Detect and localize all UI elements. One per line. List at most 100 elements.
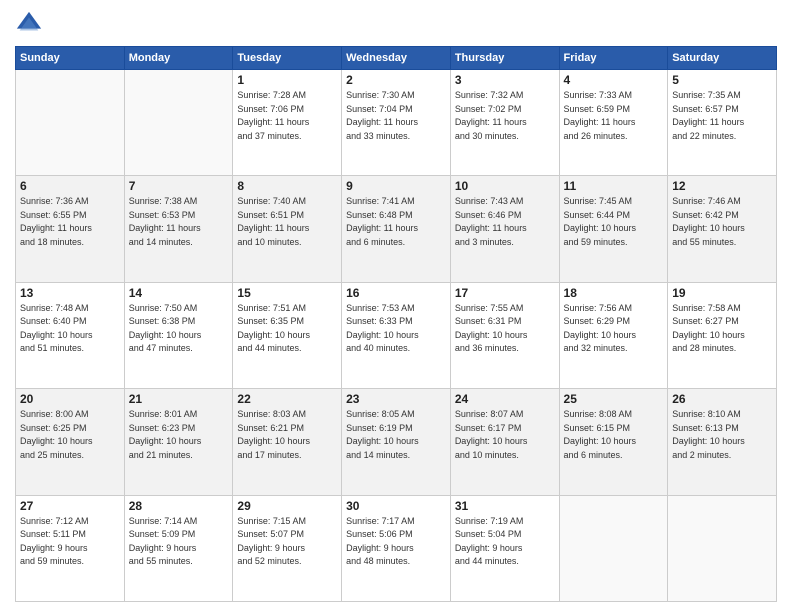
day-info: Sunrise: 7:15 AM Sunset: 5:07 PM Dayligh… (237, 515, 337, 569)
calendar-cell (668, 495, 777, 601)
weekday-header-monday: Monday (124, 47, 233, 70)
week-row-5: 27Sunrise: 7:12 AM Sunset: 5:11 PM Dayli… (16, 495, 777, 601)
calendar-cell: 24 Sunrise: 8:07 AM Sunset: 6:17 PM Dayli… (450, 389, 559, 495)
day-number: 1 (237, 73, 337, 87)
day-info: Sunrise: 7:19 AM Sunset: 5:04 PM Dayligh… (455, 515, 555, 569)
week-row-4: 20 Sunrise: 8:00 AM Sunset: 6:25 PM Dayli… (16, 389, 777, 495)
day-info: Sunrise: 8:01 AM Sunset: 6:23 PM Dayligh… (129, 408, 229, 462)
calendar-cell: 4 Sunrise: 7:33 AM Sunset: 6:59 PM Daylig… (559, 70, 668, 176)
day-info: Sunrise: 7:33 AM Sunset: 6:59 PM Dayligh… (564, 89, 664, 143)
day-number: 16 (346, 286, 446, 300)
day-number: 2 (346, 73, 446, 87)
day-info: Sunrise: 7:17 AM Sunset: 5:06 PM Dayligh… (346, 515, 446, 569)
day-number: 4 (564, 73, 664, 87)
day-number: 8 (237, 179, 337, 193)
calendar-cell: 8Sunrise: 7:40 AM Sunset: 6:51 PM Daylig… (233, 176, 342, 282)
weekday-header-row: SundayMondayTuesdayWednesdayThursdayFrid… (16, 47, 777, 70)
day-info: Sunrise: 7:45 AM Sunset: 6:44 PM Dayligh… (564, 195, 664, 249)
day-number: 30 (346, 499, 446, 513)
day-number: 12 (672, 179, 772, 193)
day-number: 25 (564, 392, 664, 406)
week-row-3: 13 Sunrise: 7:48 AM Sunset: 6:40 PM Dayli… (16, 282, 777, 388)
weekday-header-wednesday: Wednesday (342, 47, 451, 70)
day-number: 11 (564, 179, 664, 193)
day-info: Sunrise: 8:00 AM Sunset: 6:25 PM Dayligh… (20, 408, 120, 462)
calendar-cell: 12 Sunrise: 7:46 AM Sunset: 6:42 PM Dayli… (668, 176, 777, 282)
calendar-cell: 22 Sunrise: 8:03 AM Sunset: 6:21 PM Dayli… (233, 389, 342, 495)
day-info: Sunrise: 7:35 AM Sunset: 6:57 PM Dayligh… (672, 89, 772, 143)
calendar-cell: 27Sunrise: 7:12 AM Sunset: 5:11 PM Dayli… (16, 495, 125, 601)
logo-icon (15, 10, 43, 38)
day-info: Sunrise: 7:38 AM Sunset: 6:53 PM Dayligh… (129, 195, 229, 249)
day-info: Sunrise: 7:50 AM Sunset: 6:38 PM Dayligh… (129, 302, 229, 356)
day-info: Sunrise: 7:30 AM Sunset: 7:04 PM Dayligh… (346, 89, 446, 143)
calendar-cell: 28Sunrise: 7:14 AM Sunset: 5:09 PM Dayli… (124, 495, 233, 601)
day-number: 21 (129, 392, 229, 406)
page: SundayMondayTuesdayWednesdayThursdayFrid… (0, 0, 792, 612)
day-info: Sunrise: 7:28 AM Sunset: 7:06 PM Dayligh… (237, 89, 337, 143)
day-info: Sunrise: 7:41 AM Sunset: 6:48 PM Dayligh… (346, 195, 446, 249)
calendar-cell: 10 Sunrise: 7:43 AM Sunset: 6:46 PM Dayli… (450, 176, 559, 282)
calendar-cell: 6 Sunrise: 7:36 AM Sunset: 6:55 PM Daylig… (16, 176, 125, 282)
day-number: 22 (237, 392, 337, 406)
day-info: Sunrise: 8:03 AM Sunset: 6:21 PM Dayligh… (237, 408, 337, 462)
calendar-cell: 20 Sunrise: 8:00 AM Sunset: 6:25 PM Dayli… (16, 389, 125, 495)
weekday-header-friday: Friday (559, 47, 668, 70)
weekday-header-tuesday: Tuesday (233, 47, 342, 70)
day-number: 6 (20, 179, 120, 193)
day-number: 20 (20, 392, 120, 406)
day-number: 10 (455, 179, 555, 193)
weekday-header-thursday: Thursday (450, 47, 559, 70)
day-info: Sunrise: 8:08 AM Sunset: 6:15 PM Dayligh… (564, 408, 664, 462)
calendar-cell: 9 Sunrise: 7:41 AM Sunset: 6:48 PM Daylig… (342, 176, 451, 282)
calendar-cell: 30 Sunrise: 7:17 AM Sunset: 5:06 PM Dayli… (342, 495, 451, 601)
day-info: Sunrise: 7:12 AM Sunset: 5:11 PM Dayligh… (20, 515, 120, 569)
calendar-cell: 11 Sunrise: 7:45 AM Sunset: 6:44 PM Dayli… (559, 176, 668, 282)
calendar-cell: 29Sunrise: 7:15 AM Sunset: 5:07 PM Dayli… (233, 495, 342, 601)
week-row-1: 1 Sunrise: 7:28 AM Sunset: 7:06 PM Daylig… (16, 70, 777, 176)
day-info: Sunrise: 7:46 AM Sunset: 6:42 PM Dayligh… (672, 195, 772, 249)
day-number: 18 (564, 286, 664, 300)
calendar-cell: 14Sunrise: 7:50 AM Sunset: 6:38 PM Dayli… (124, 282, 233, 388)
day-info: Sunrise: 7:55 AM Sunset: 6:31 PM Dayligh… (455, 302, 555, 356)
day-number: 5 (672, 73, 772, 87)
day-number: 9 (346, 179, 446, 193)
day-info: Sunrise: 7:53 AM Sunset: 6:33 PM Dayligh… (346, 302, 446, 356)
day-number: 17 (455, 286, 555, 300)
day-number: 15 (237, 286, 337, 300)
day-info: Sunrise: 7:51 AM Sunset: 6:35 PM Dayligh… (237, 302, 337, 356)
calendar-cell: 19 Sunrise: 7:58 AM Sunset: 6:27 PM Dayli… (668, 282, 777, 388)
day-info: Sunrise: 7:56 AM Sunset: 6:29 PM Dayligh… (564, 302, 664, 356)
calendar-cell: 2 Sunrise: 7:30 AM Sunset: 7:04 PM Daylig… (342, 70, 451, 176)
calendar-cell: 21 Sunrise: 8:01 AM Sunset: 6:23 PM Dayli… (124, 389, 233, 495)
week-row-2: 6 Sunrise: 7:36 AM Sunset: 6:55 PM Daylig… (16, 176, 777, 282)
day-number: 24 (455, 392, 555, 406)
day-number: 19 (672, 286, 772, 300)
day-number: 7 (129, 179, 229, 193)
day-number: 28 (129, 499, 229, 513)
calendar-cell: 17 Sunrise: 7:55 AM Sunset: 6:31 PM Dayli… (450, 282, 559, 388)
day-info: Sunrise: 7:48 AM Sunset: 6:40 PM Dayligh… (20, 302, 120, 356)
calendar-cell: 26 Sunrise: 8:10 AM Sunset: 6:13 PM Dayli… (668, 389, 777, 495)
weekday-header-sunday: Sunday (16, 47, 125, 70)
calendar-cell: 18 Sunrise: 7:56 AM Sunset: 6:29 PM Dayli… (559, 282, 668, 388)
day-info: Sunrise: 7:58 AM Sunset: 6:27 PM Dayligh… (672, 302, 772, 356)
day-info: Sunrise: 7:32 AM Sunset: 7:02 PM Dayligh… (455, 89, 555, 143)
day-info: Sunrise: 8:05 AM Sunset: 6:19 PM Dayligh… (346, 408, 446, 462)
logo (15, 10, 47, 38)
day-number: 13 (20, 286, 120, 300)
calendar-cell: 5 Sunrise: 7:35 AM Sunset: 6:57 PM Daylig… (668, 70, 777, 176)
calendar-cell: 16 Sunrise: 7:53 AM Sunset: 6:33 PM Dayli… (342, 282, 451, 388)
calendar-cell (559, 495, 668, 601)
day-number: 31 (455, 499, 555, 513)
calendar-cell: 15 Sunrise: 7:51 AM Sunset: 6:35 PM Dayli… (233, 282, 342, 388)
calendar-cell: 7 Sunrise: 7:38 AM Sunset: 6:53 PM Daylig… (124, 176, 233, 282)
calendar-cell: 3 Sunrise: 7:32 AM Sunset: 7:02 PM Daylig… (450, 70, 559, 176)
header (15, 10, 777, 38)
day-info: Sunrise: 7:43 AM Sunset: 6:46 PM Dayligh… (455, 195, 555, 249)
day-info: Sunrise: 7:36 AM Sunset: 6:55 PM Dayligh… (20, 195, 120, 249)
day-number: 26 (672, 392, 772, 406)
day-info: Sunrise: 8:10 AM Sunset: 6:13 PM Dayligh… (672, 408, 772, 462)
day-number: 3 (455, 73, 555, 87)
day-info: Sunrise: 8:07 AM Sunset: 6:17 PM Dayligh… (455, 408, 555, 462)
